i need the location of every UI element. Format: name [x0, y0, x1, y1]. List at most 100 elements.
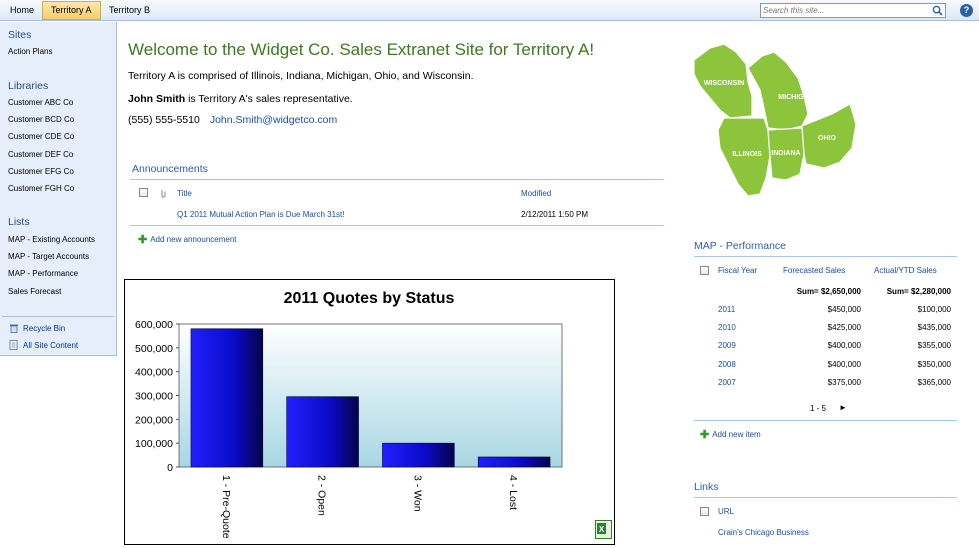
territory-description: Territory A is comprised of Illinois, In… [128, 70, 474, 82]
excel-icon: X [595, 520, 612, 539]
chart-bar [190, 328, 264, 468]
column-header-title[interactable]: Title [177, 189, 192, 198]
nav-item-library[interactable]: Customer DEF Co [8, 150, 73, 159]
column-header-actual-sales[interactable]: Actual/YTD Sales [874, 266, 937, 275]
nav-item-list[interactable]: MAP - Existing Accounts [8, 235, 95, 244]
performance-year-link[interactable]: 2010 [718, 323, 736, 332]
x-tick-label: 2 - Open [316, 475, 328, 516]
chart-bar [477, 456, 551, 468]
performance-forecast: $425,000 [827, 323, 861, 332]
y-tick-label: 100,000 [135, 438, 173, 450]
announcement-title-link[interactable]: Q1 2011 Mutual Action Plan is Due March … [177, 210, 345, 219]
performance-year-link[interactable]: 2009 [718, 341, 736, 350]
nav-heading-libraries[interactable]: Libraries [8, 80, 48, 92]
nav-heading-sites[interactable]: Sites [8, 29, 31, 41]
rep-statement: John Smith is Territory A's sales repres… [128, 93, 353, 105]
performance-forecast: $400,000 [827, 341, 861, 350]
column-header-url[interactable]: URL [718, 507, 734, 516]
map-label-wisconsin: WISCONSIN [704, 80, 744, 87]
search-icon[interactable] [932, 5, 943, 16]
links-select-all-checkbox[interactable] [700, 507, 709, 516]
recycle-bin-icon [10, 324, 18, 333]
paging-label: 1 - 5 [810, 404, 827, 413]
rep-suffix: is Territory A's sales representative. [185, 93, 353, 105]
add-new-announcement-link[interactable]: ✚ Add new announcement [138, 233, 237, 246]
nav-item-library[interactable]: Customer ABC Co [8, 98, 73, 107]
y-tick-label: 0 [167, 462, 173, 474]
tab-home[interactable]: Home [2, 1, 42, 20]
recycle-bin-link[interactable]: Recycle Bin [9, 323, 65, 333]
performance-actual: $355,000 [917, 341, 951, 350]
map-label-ohio: OHIO [818, 135, 836, 142]
map-label-illinois: ILLINOIS [732, 151, 762, 158]
svg-text:X: X [599, 525, 605, 534]
quotes-chart-svg: 2011 Quotes by Status 0 100,000 200,000 300… [135, 290, 563, 539]
link-item[interactable]: Crain's Chicago Business [718, 528, 809, 537]
territory-map: WISCONSIN MICHIGAN ILLINOIS INDIANA OHIO [693, 43, 857, 197]
performance-actual: $435,000 [917, 323, 951, 332]
chart-bar [382, 442, 455, 468]
nav-item-library[interactable]: Customer EFG Co [8, 167, 74, 176]
x-tick-label: 4 - Lost [507, 475, 519, 510]
performance-year-link[interactable]: 2008 [718, 360, 736, 369]
map-label-michigan: MICHIGAN [778, 94, 813, 101]
performance-title[interactable]: MAP - Performance [694, 240, 786, 252]
performance-year-link[interactable]: 2011 [718, 305, 735, 314]
add-announcement-label: Add new announcement [150, 235, 237, 244]
rep-name: John Smith [128, 93, 186, 105]
performance-bottom-rule [694, 420, 957, 421]
chart-bar [286, 396, 359, 468]
nav-item-library[interactable]: Customer CDE Co [8, 132, 74, 141]
performance-select-all-checkbox[interactable] [700, 266, 709, 275]
nav-heading-lists[interactable]: Lists [8, 216, 30, 228]
map-label-indiana: INDIANA [771, 150, 800, 157]
announcements-bottom-rule [130, 225, 664, 226]
x-tick-label: 1 - Pre-Quote [220, 475, 232, 539]
rep-email-link[interactable]: John.Smith@widgetco.com [210, 114, 337, 126]
add-new-item-link[interactable]: ✚ Add new item [700, 428, 761, 441]
add-icon: ✚ [700, 429, 710, 441]
page-title: Welcome to the Widget Co. Sales Extranet… [128, 40, 595, 59]
next-page-icon[interactable]: ► [839, 403, 847, 412]
sum-forecast: Sum= $2,650,000 [796, 287, 861, 296]
y-tick-label: 500,000 [135, 343, 173, 355]
y-tick-label: 400,000 [135, 367, 173, 379]
quotes-chart: 2011 Quotes by Status 0 100,000 200,000 300… [124, 279, 615, 545]
search-input[interactable] [761, 4, 929, 17]
performance-forecast: $400,000 [827, 360, 861, 369]
column-header-modified[interactable]: Modified [521, 189, 551, 198]
nav-item-list[interactable]: MAP - Performance [8, 269, 78, 278]
nav-item-list[interactable]: MAP - Target Accounts [8, 252, 89, 261]
performance-actual: $100,000 [917, 305, 951, 314]
y-tick-label: 600,000 [135, 319, 173, 331]
announcements-title-rule [130, 179, 664, 180]
y-tick-label: 300,000 [135, 391, 173, 403]
column-header-fiscal-year[interactable]: Fiscal Year [718, 266, 757, 275]
help-icon[interactable]: ? [960, 4, 973, 17]
nav-item-library[interactable]: Customer BCD Co [8, 115, 74, 124]
announcement-modified: 2/12/2011 1:50 PM [521, 210, 589, 219]
y-tick-label: 200,000 [135, 414, 173, 426]
performance-forecast: $450,000 [827, 305, 861, 314]
select-all-checkbox[interactable] [139, 188, 148, 197]
links-title-rule [694, 497, 957, 498]
tab-territory-a[interactable]: Territory A [42, 1, 101, 20]
search-box [760, 3, 946, 18]
nav-item-list[interactable]: Sales Forecast [8, 287, 61, 296]
performance-actual: $350,000 [917, 360, 951, 369]
performance-year-link[interactable]: 2007 [718, 378, 736, 387]
nav-item-library[interactable]: Customer FGH Co [8, 184, 74, 193]
tab-territory-b[interactable]: Territory B [101, 1, 158, 20]
recycle-bin-label: Recycle Bin [23, 324, 66, 333]
nav-item-action-plans[interactable]: Action Plans [8, 47, 52, 56]
performance-actual: $365,000 [917, 378, 951, 387]
all-site-content-link[interactable]: All Site Content [9, 340, 78, 350]
quick-launch: Sites Action Plans Libraries Customer AB… [0, 22, 117, 356]
attachment-icon [161, 190, 166, 198]
links-title[interactable]: Links [694, 481, 719, 493]
add-item-label: Add new item [712, 430, 761, 439]
announcements-title[interactable]: Announcements [132, 163, 208, 175]
top-nav-bar: Home Territory A Territory B ? [0, 0, 979, 21]
column-header-forecasted-sales[interactable]: Forecasted Sales [783, 266, 845, 275]
x-tick-label: 3 - Won [411, 475, 423, 512]
